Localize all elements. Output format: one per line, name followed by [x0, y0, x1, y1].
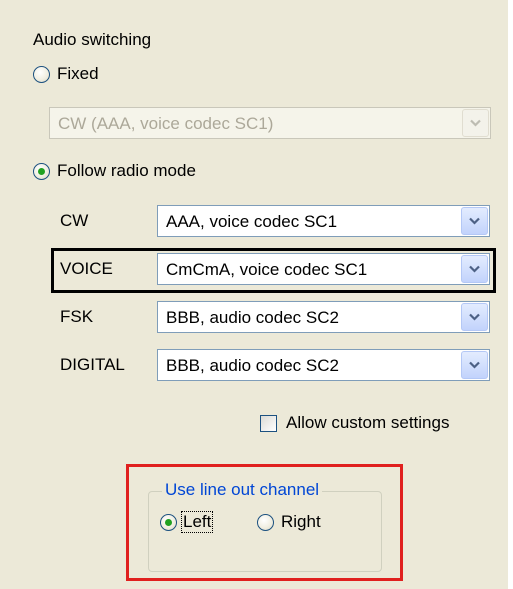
- chevron-down-icon: [470, 119, 481, 127]
- allow-custom-settings-checkbox-row[interactable]: Allow custom settings: [260, 413, 500, 437]
- mode-label-cw: CW: [60, 211, 89, 230]
- mode-label-voice: VOICE: [60, 259, 113, 278]
- chevron-down-icon: [469, 217, 480, 225]
- mode-combo-fsk-value: BBB, audio codec SC2: [166, 308, 339, 327]
- chevron-down-icon: [469, 313, 480, 321]
- allow-custom-settings-checkbox[interactable]: [260, 415, 277, 432]
- radio-selected-dot: [38, 168, 45, 175]
- line-out-right-radio[interactable]: Right: [257, 510, 357, 536]
- line-out-left-radio[interactable]: Left: [160, 510, 240, 536]
- line-out-right-radio-button[interactable]: [257, 514, 274, 531]
- audio-settings-panel: Audio switching Fixed CW (AAA, voice cod…: [0, 0, 508, 589]
- fixed-radio[interactable]: Fixed: [33, 64, 153, 88]
- allow-custom-settings-label: Allow custom settings: [286, 413, 450, 432]
- audio-switching-heading: Audio switching: [33, 30, 152, 49]
- mode-combo-voice-value: CmCmA, voice codec SC1: [166, 260, 368, 279]
- radio-selected-dot: [165, 519, 172, 526]
- fixed-label: Fixed: [57, 64, 99, 83]
- mode-combo-fsk[interactable]: BBB, audio codec SC2: [157, 301, 490, 333]
- mode-combo-fsk-dropdown-button[interactable]: [461, 303, 488, 331]
- line-out-left-label: Left: [180, 511, 214, 533]
- line-out-group-caption: Use line out channel: [162, 480, 323, 500]
- line-out-left-radio-button[interactable]: [160, 514, 177, 531]
- mode-combo-cw[interactable]: AAA, voice codec SC1: [157, 205, 490, 237]
- line-out-right-label: Right: [281, 512, 321, 531]
- fixed-mode-combo: CW (AAA, voice codec SC1): [49, 107, 491, 139]
- mode-combo-cw-value: AAA, voice codec SC1: [166, 212, 338, 231]
- mode-combo-voice-dropdown-button[interactable]: [461, 255, 488, 283]
- fixed-mode-combo-value: CW (AAA, voice codec SC1): [58, 114, 274, 133]
- mode-combo-cw-dropdown-button[interactable]: [461, 207, 488, 235]
- mode-combo-digital-dropdown-button[interactable]: [461, 351, 488, 379]
- chevron-down-icon: [469, 361, 480, 369]
- follow-radio-mode-radio-button[interactable]: [33, 163, 50, 180]
- chevron-down-icon: [469, 265, 480, 273]
- fixed-mode-dropdown-button: [462, 109, 489, 137]
- mode-label-fsk: FSK: [60, 307, 94, 326]
- mode-combo-digital-value: BBB, audio codec SC2: [166, 356, 339, 375]
- fixed-radio-button[interactable]: [33, 66, 50, 83]
- follow-radio-mode-radio[interactable]: Follow radio mode: [33, 161, 253, 185]
- mode-label-digital: DIGITAL: [60, 355, 125, 374]
- mode-combo-digital[interactable]: BBB, audio codec SC2: [157, 349, 490, 381]
- follow-radio-mode-label: Follow radio mode: [57, 161, 196, 180]
- mode-combo-voice[interactable]: CmCmA, voice codec SC1: [157, 253, 490, 285]
